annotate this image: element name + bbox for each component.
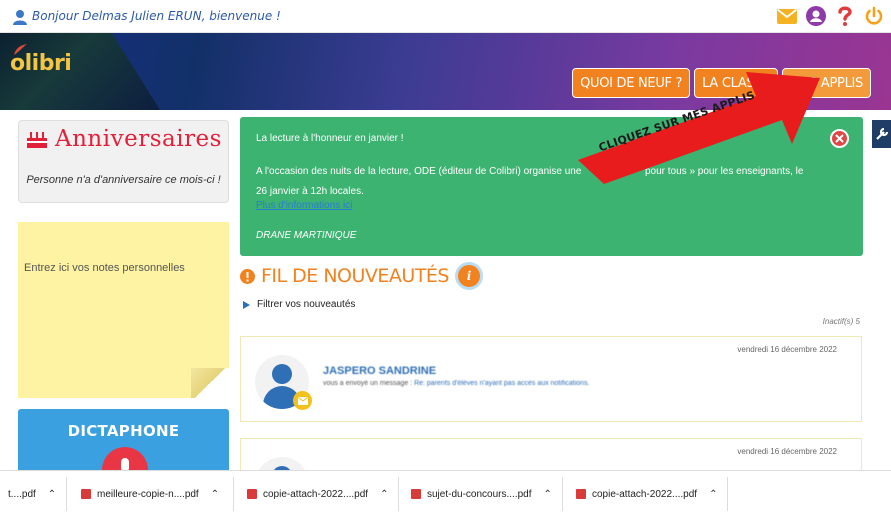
- download-filename: t....pdf: [8, 488, 36, 500]
- announcement-body: A l'occasion des nuits de la lecture, OD…: [256, 162, 856, 202]
- dictaphone-title: DICTAPHONE: [67, 422, 180, 440]
- personal-notes[interactable]: Entrez ici vos notes personnelles: [18, 222, 229, 398]
- wrench-icon: [875, 127, 888, 140]
- announcement-body-part1: A l'occasion des nuits de la lecture, OD…: [256, 166, 582, 177]
- download-item[interactable]: copie-attach-2022....pdf ⌃: [576, 471, 717, 516]
- account-icon[interactable]: [805, 5, 827, 27]
- feed-item-message-link[interactable]: Re: parents d'élèves n'ayant pas accès a…: [414, 380, 589, 387]
- info-button[interactable]: i: [455, 262, 483, 290]
- download-item[interactable]: meilleure-copie-n....pdf ⌃: [81, 471, 219, 516]
- download-item[interactable]: copie-attach-2022....pdf ⌃: [247, 471, 388, 516]
- announcement-signature: DRANE MARTINIQUE: [256, 230, 357, 241]
- alert-icon: [240, 268, 255, 284]
- pdf-icon: [411, 489, 421, 499]
- feed-item[interactable]: vendredi 16 décembre 2022 JASPERO SANDRI…: [240, 336, 862, 422]
- feed-header: FIL DE NOUVEAUTÉS i: [240, 262, 483, 290]
- chevron-up-icon[interactable]: ⌃: [709, 489, 717, 500]
- divider: [727, 477, 728, 511]
- divider: [233, 477, 234, 511]
- user-icon: [13, 10, 27, 25]
- greeting-text: Bonjour Delmas Julien ERUN, bienvenue !: [32, 9, 281, 23]
- feed-filter-label: Filtrer vos nouveautés: [257, 299, 356, 310]
- feed-title: FIL DE NOUVEAUTÉS: [261, 265, 450, 287]
- cake-icon: [27, 131, 47, 148]
- dictaphone-widget: DICTAPHONE: [18, 409, 229, 473]
- chevron-up-icon[interactable]: ⌃: [380, 489, 388, 500]
- pdf-icon: [247, 489, 257, 499]
- divider: [562, 477, 563, 511]
- download-filename: sujet-du-concours....pdf: [427, 488, 532, 500]
- feed-item-message: vous a envoyé un message : Re: parents d…: [323, 380, 590, 387]
- download-filename: meilleure-copie-n....pdf: [97, 488, 199, 500]
- pdf-icon: [576, 489, 586, 499]
- announcement-title: La lecture à l'honneur en janvier !: [256, 133, 404, 144]
- close-announcement-button[interactable]: [830, 129, 849, 148]
- feed-item-date: vendredi 16 décembre 2022: [737, 345, 837, 354]
- birthdays-widget: Anniversaires Personne n'a d'anniversair…: [18, 120, 229, 203]
- page-curl: [191, 368, 229, 398]
- feed-item-sender[interactable]: JASPERO SANDRINE: [323, 365, 436, 377]
- notes-placeholder[interactable]: Entrez ici vos notes personnelles: [24, 262, 185, 274]
- birthdays-header: Anniversaires: [19, 121, 228, 156]
- nav-quoi-de-neuf[interactable]: QUOI DE NEUF ?: [572, 68, 691, 98]
- divider: [398, 477, 399, 511]
- colibri-logo[interactable]: olibri: [10, 44, 72, 76]
- inactive-count: Inactif(s) 5: [822, 317, 860, 326]
- mail-icon[interactable]: [776, 5, 798, 27]
- feed-filter-toggle[interactable]: Filtrer vos nouveautés: [243, 299, 355, 310]
- expand-triangle-icon: [243, 300, 250, 309]
- divider: [66, 477, 67, 511]
- chevron-up-icon[interactable]: ⌃: [48, 489, 56, 500]
- announcement-banner: La lecture à l'honneur en janvier ! A l'…: [240, 117, 863, 256]
- birthdays-title: Anniversaires: [55, 125, 222, 152]
- announcement-body-line2: 26 janvier à 12h locales.: [256, 186, 364, 197]
- download-item[interactable]: sujet-du-concours....pdf ⌃: [411, 471, 552, 516]
- download-filename: copie-attach-2022....pdf: [592, 488, 698, 500]
- download-filename: copie-attach-2022....pdf: [263, 488, 369, 500]
- tools-tab[interactable]: [872, 120, 891, 148]
- nav-mes-applis[interactable]: MES APPLIS: [782, 68, 871, 98]
- more-info-link[interactable]: Plus d'informations ici: [256, 200, 352, 211]
- chevron-up-icon[interactable]: ⌃: [544, 489, 552, 500]
- download-item[interactable]: t....pdf ⌃: [8, 471, 56, 516]
- announcement-body-part2: pour tous » pour les enseignants, le: [644, 166, 804, 177]
- feed-item-message-prefix: vous a envoyé un message :: [323, 380, 413, 387]
- pdf-icon: [81, 489, 91, 499]
- main-nav: QUOI DE NEUF ? LA CLASSE MES APPLIS: [572, 68, 871, 98]
- message-badge-icon: [293, 391, 312, 410]
- power-icon[interactable]: [863, 5, 885, 27]
- birthdays-message: Personne n'a d'anniversaire ce mois-ci !: [26, 174, 221, 186]
- close-icon: [835, 134, 844, 143]
- downloads-bar: t....pdf ⌃ meilleure-copie-n....pdf ⌃ co…: [0, 470, 891, 516]
- chevron-up-icon[interactable]: ⌃: [211, 489, 219, 500]
- header-banner: olibri QUOI DE NEUF ? LA CLASSE MES APPL…: [0, 33, 891, 110]
- top-bar: Bonjour Delmas Julien ERUN, bienvenue !: [0, 0, 891, 33]
- help-icon[interactable]: [834, 5, 856, 27]
- feed-item-date: vendredi 16 décembre 2022: [737, 447, 837, 456]
